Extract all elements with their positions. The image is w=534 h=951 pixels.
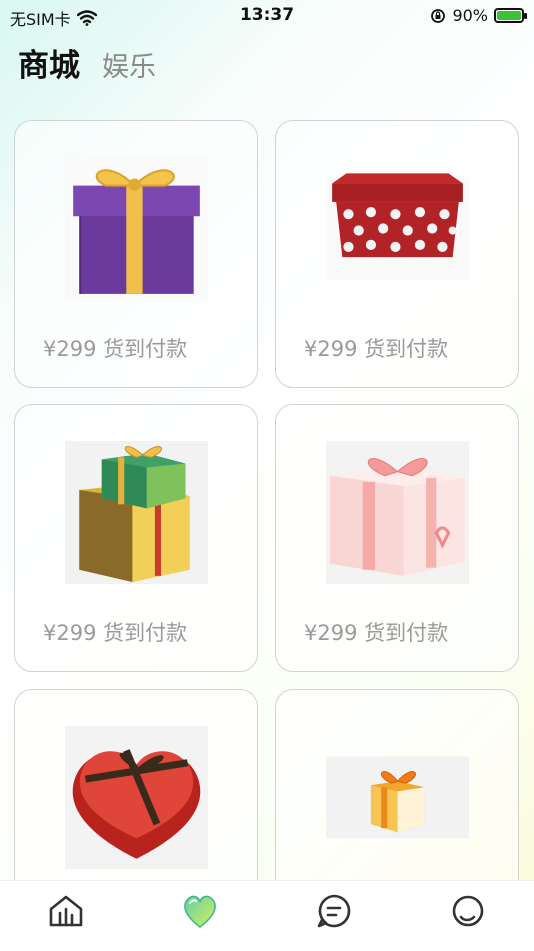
stacked-gifts-icon xyxy=(65,441,208,584)
product-price: ¥299 货到付款 xyxy=(304,337,449,361)
top-tabs: 商城 娱乐 xyxy=(18,40,156,85)
product-grid: ¥299 货到付款 ¥299 货到付款 ¥299 货到付款 ¥299 货到付款 xyxy=(14,120,520,880)
product-card[interactable]: ¥299 货到付款 xyxy=(275,120,519,388)
product-price: ¥299 货到付款 xyxy=(43,337,188,361)
product-price: ¥299 货到付款 xyxy=(304,621,449,645)
profile-icon[interactable] xyxy=(448,891,488,931)
product-card[interactable]: ¥299 货到付款 xyxy=(275,404,519,672)
rotation-lock-icon xyxy=(431,8,446,23)
small-orange-gift-icon xyxy=(326,756,469,839)
tab-entertainment[interactable]: 娱乐 xyxy=(102,45,156,84)
product-card[interactable]: ¥299 货到付款 xyxy=(14,120,258,388)
product-card[interactable] xyxy=(14,689,258,880)
battery-percent: 90% xyxy=(452,6,488,25)
battery-icon xyxy=(494,8,527,23)
product-card[interactable]: ¥299 货到付款 xyxy=(14,404,258,672)
home-icon[interactable] xyxy=(46,891,86,931)
status-right: 90% xyxy=(430,6,527,25)
bottom-nav xyxy=(0,880,534,951)
product-price: ¥299 货到付款 xyxy=(43,621,188,645)
red-polka-dot-gift-icon xyxy=(326,173,469,280)
pink-gift-icon xyxy=(326,441,469,584)
status-bar: 无SIM卡 13:37 90% xyxy=(0,0,534,30)
chat-icon[interactable] xyxy=(314,891,354,931)
heart-icon[interactable] xyxy=(180,891,220,931)
heart-box-icon xyxy=(65,726,208,869)
product-card[interactable] xyxy=(275,689,519,880)
purple-gift-icon xyxy=(65,157,208,300)
tab-mall[interactable]: 商城 xyxy=(18,40,80,85)
